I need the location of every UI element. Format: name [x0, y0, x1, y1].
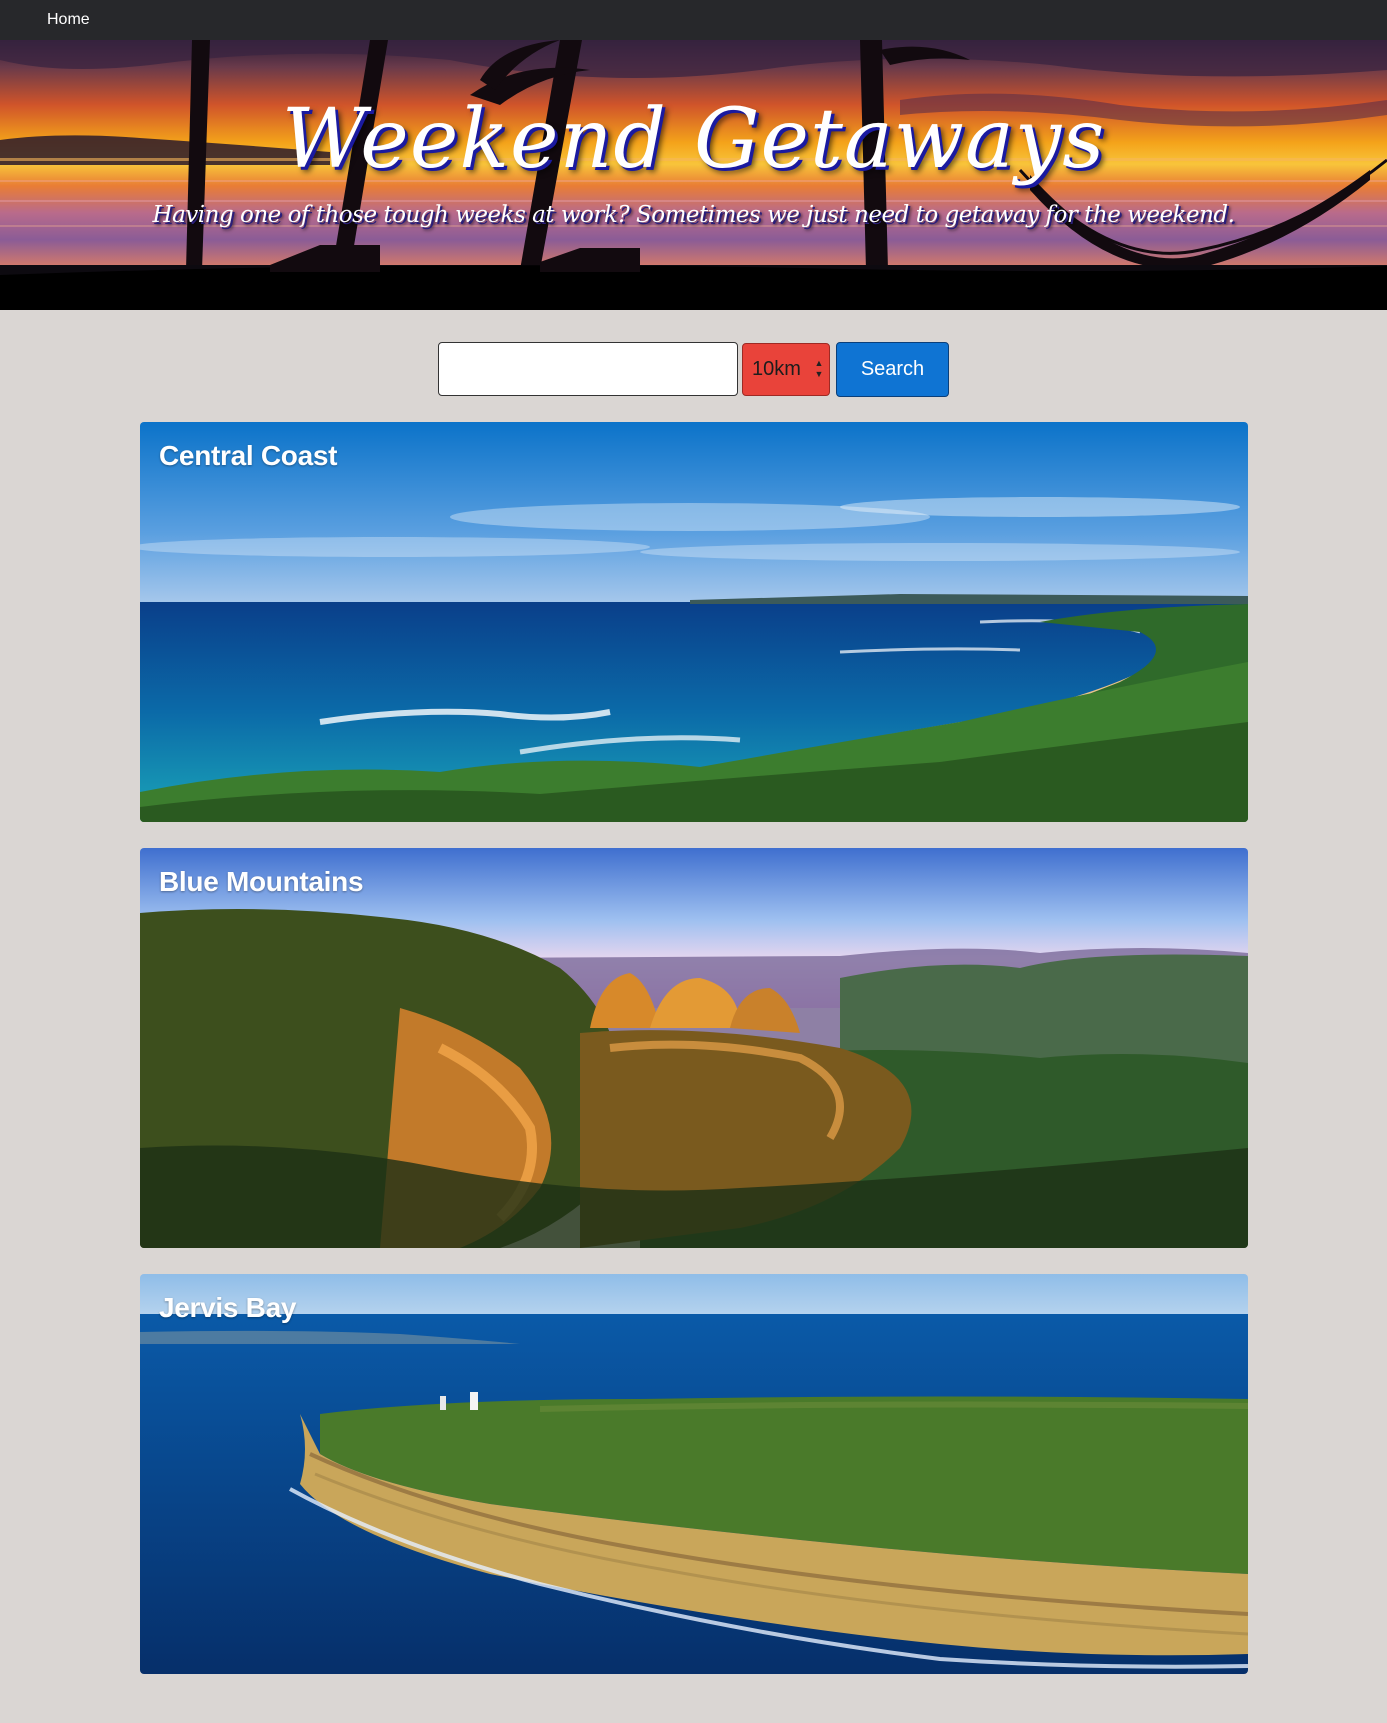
hero-banner: Weekend Getaways Having one of those tou…: [0, 40, 1387, 310]
nav-home-link[interactable]: Home: [47, 11, 90, 29]
distance-selected-value: 10km: [752, 358, 801, 380]
search-input[interactable]: [438, 342, 738, 396]
search-button[interactable]: Search: [836, 342, 949, 397]
distance-select[interactable]: 10km ▲ ▼: [742, 343, 830, 396]
destination-card-central-coast[interactable]: Central Coast: [140, 422, 1248, 822]
jervis-bay-image: [140, 1274, 1248, 1674]
destination-title: Blue Mountains: [159, 866, 364, 897]
hero-title: Weekend Getaways: [281, 92, 1106, 187]
top-navbar: Home: [0, 0, 1387, 40]
select-arrows-icon: ▲ ▼: [814, 358, 824, 379]
hero-subtitle: Having one of those tough weeks at work?…: [152, 202, 1235, 228]
destination-card-blue-mountains[interactable]: Blue Mountains: [140, 848, 1248, 1248]
blue-mountains-image: [140, 848, 1248, 1248]
destination-title: Central Coast: [159, 440, 338, 471]
destination-card-jervis-bay[interactable]: Jervis Bay: [140, 1274, 1248, 1674]
central-coast-image: [140, 422, 1248, 822]
destination-title: Jervis Bay: [159, 1292, 297, 1323]
